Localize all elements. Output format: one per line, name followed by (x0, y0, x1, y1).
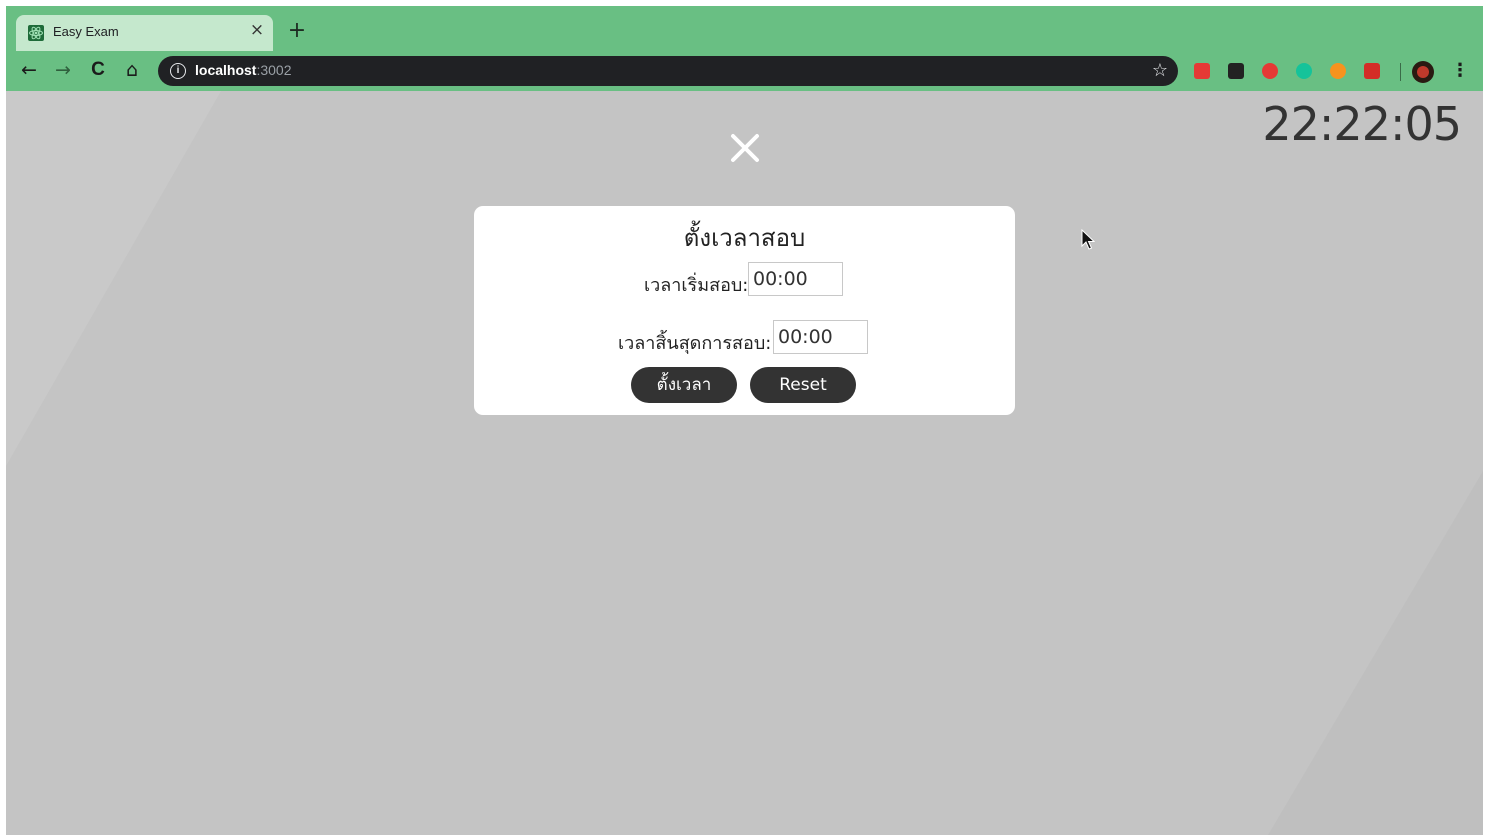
reset-button[interactable]: Reset (750, 367, 856, 403)
ext-sync-icon[interactable] (1194, 63, 1210, 79)
modal-title: ตั้งเวลาสอบ (683, 224, 806, 252)
toolbar-divider (1400, 63, 1401, 81)
start-time-label: เวลาเริ่มสอบ: (644, 275, 749, 296)
browser-window: Easy Exam × + ← → C ⌂ i localhost:3002 ☆… (6, 6, 1483, 835)
tab-close-icon[interactable]: × (248, 21, 266, 39)
tab-easy-exam[interactable]: Easy Exam × (16, 15, 273, 51)
start-time-input[interactable] (748, 262, 843, 296)
browser-toolbar: ← → C ⌂ i localhost:3002 ☆ ⋮ (6, 51, 1483, 91)
bookmark-star-icon[interactable]: ☆ (1152, 60, 1168, 81)
react-icon (28, 25, 44, 41)
tab-title: Easy Exam (53, 24, 119, 39)
ext-flag-icon[interactable] (1228, 63, 1244, 79)
profile-avatar[interactable] (1412, 61, 1434, 83)
ext-grammarly-icon[interactable] (1296, 63, 1312, 79)
clock: 22:22:05 (1262, 97, 1462, 151)
background-shapes (6, 91, 1483, 835)
ext-compass-icon[interactable] (1330, 63, 1346, 79)
end-time-label: เวลาสิ้นสุดการสอบ: (618, 333, 772, 354)
set-exam-time-modal: ตั้งเวลาสอบ เวลาเริ่มสอบ: เวลาสิ้นสุดการ… (474, 206, 1015, 415)
ext-lastpass-icon[interactable] (1364, 63, 1380, 79)
forward-icon[interactable]: → (52, 59, 74, 81)
end-time-row: เวลาสิ้นสุดการสอบ: (474, 320, 1015, 356)
url-port: :3002 (256, 62, 292, 78)
home-icon[interactable]: ⌂ (121, 59, 143, 81)
end-time-input[interactable] (773, 320, 868, 354)
mouse-cursor-icon (1081, 229, 1095, 250)
close-icon[interactable] (725, 128, 765, 168)
info-icon[interactable]: i (170, 63, 186, 79)
browser-menu-icon[interactable]: ⋮ (1451, 60, 1469, 82)
tab-strip: Easy Exam × + (6, 6, 1483, 51)
new-tab-button[interactable]: + (286, 20, 308, 42)
address-bar[interactable]: i localhost:3002 ☆ (158, 56, 1178, 86)
url-text[interactable]: localhost:3002 (195, 62, 292, 78)
page-content: 22:22:05 ตั้งเวลาสอบ เวลาเริ่มสอบ: เวลาส… (6, 91, 1483, 835)
back-icon[interactable]: ← (18, 59, 40, 81)
reload-icon[interactable]: C (87, 59, 109, 81)
start-time-row: เวลาเริ่มสอบ: (474, 262, 1015, 298)
ext-opera-icon[interactable] (1262, 63, 1278, 79)
url-host: localhost (195, 62, 257, 78)
set-time-button[interactable]: ตั้งเวลา (631, 367, 737, 403)
